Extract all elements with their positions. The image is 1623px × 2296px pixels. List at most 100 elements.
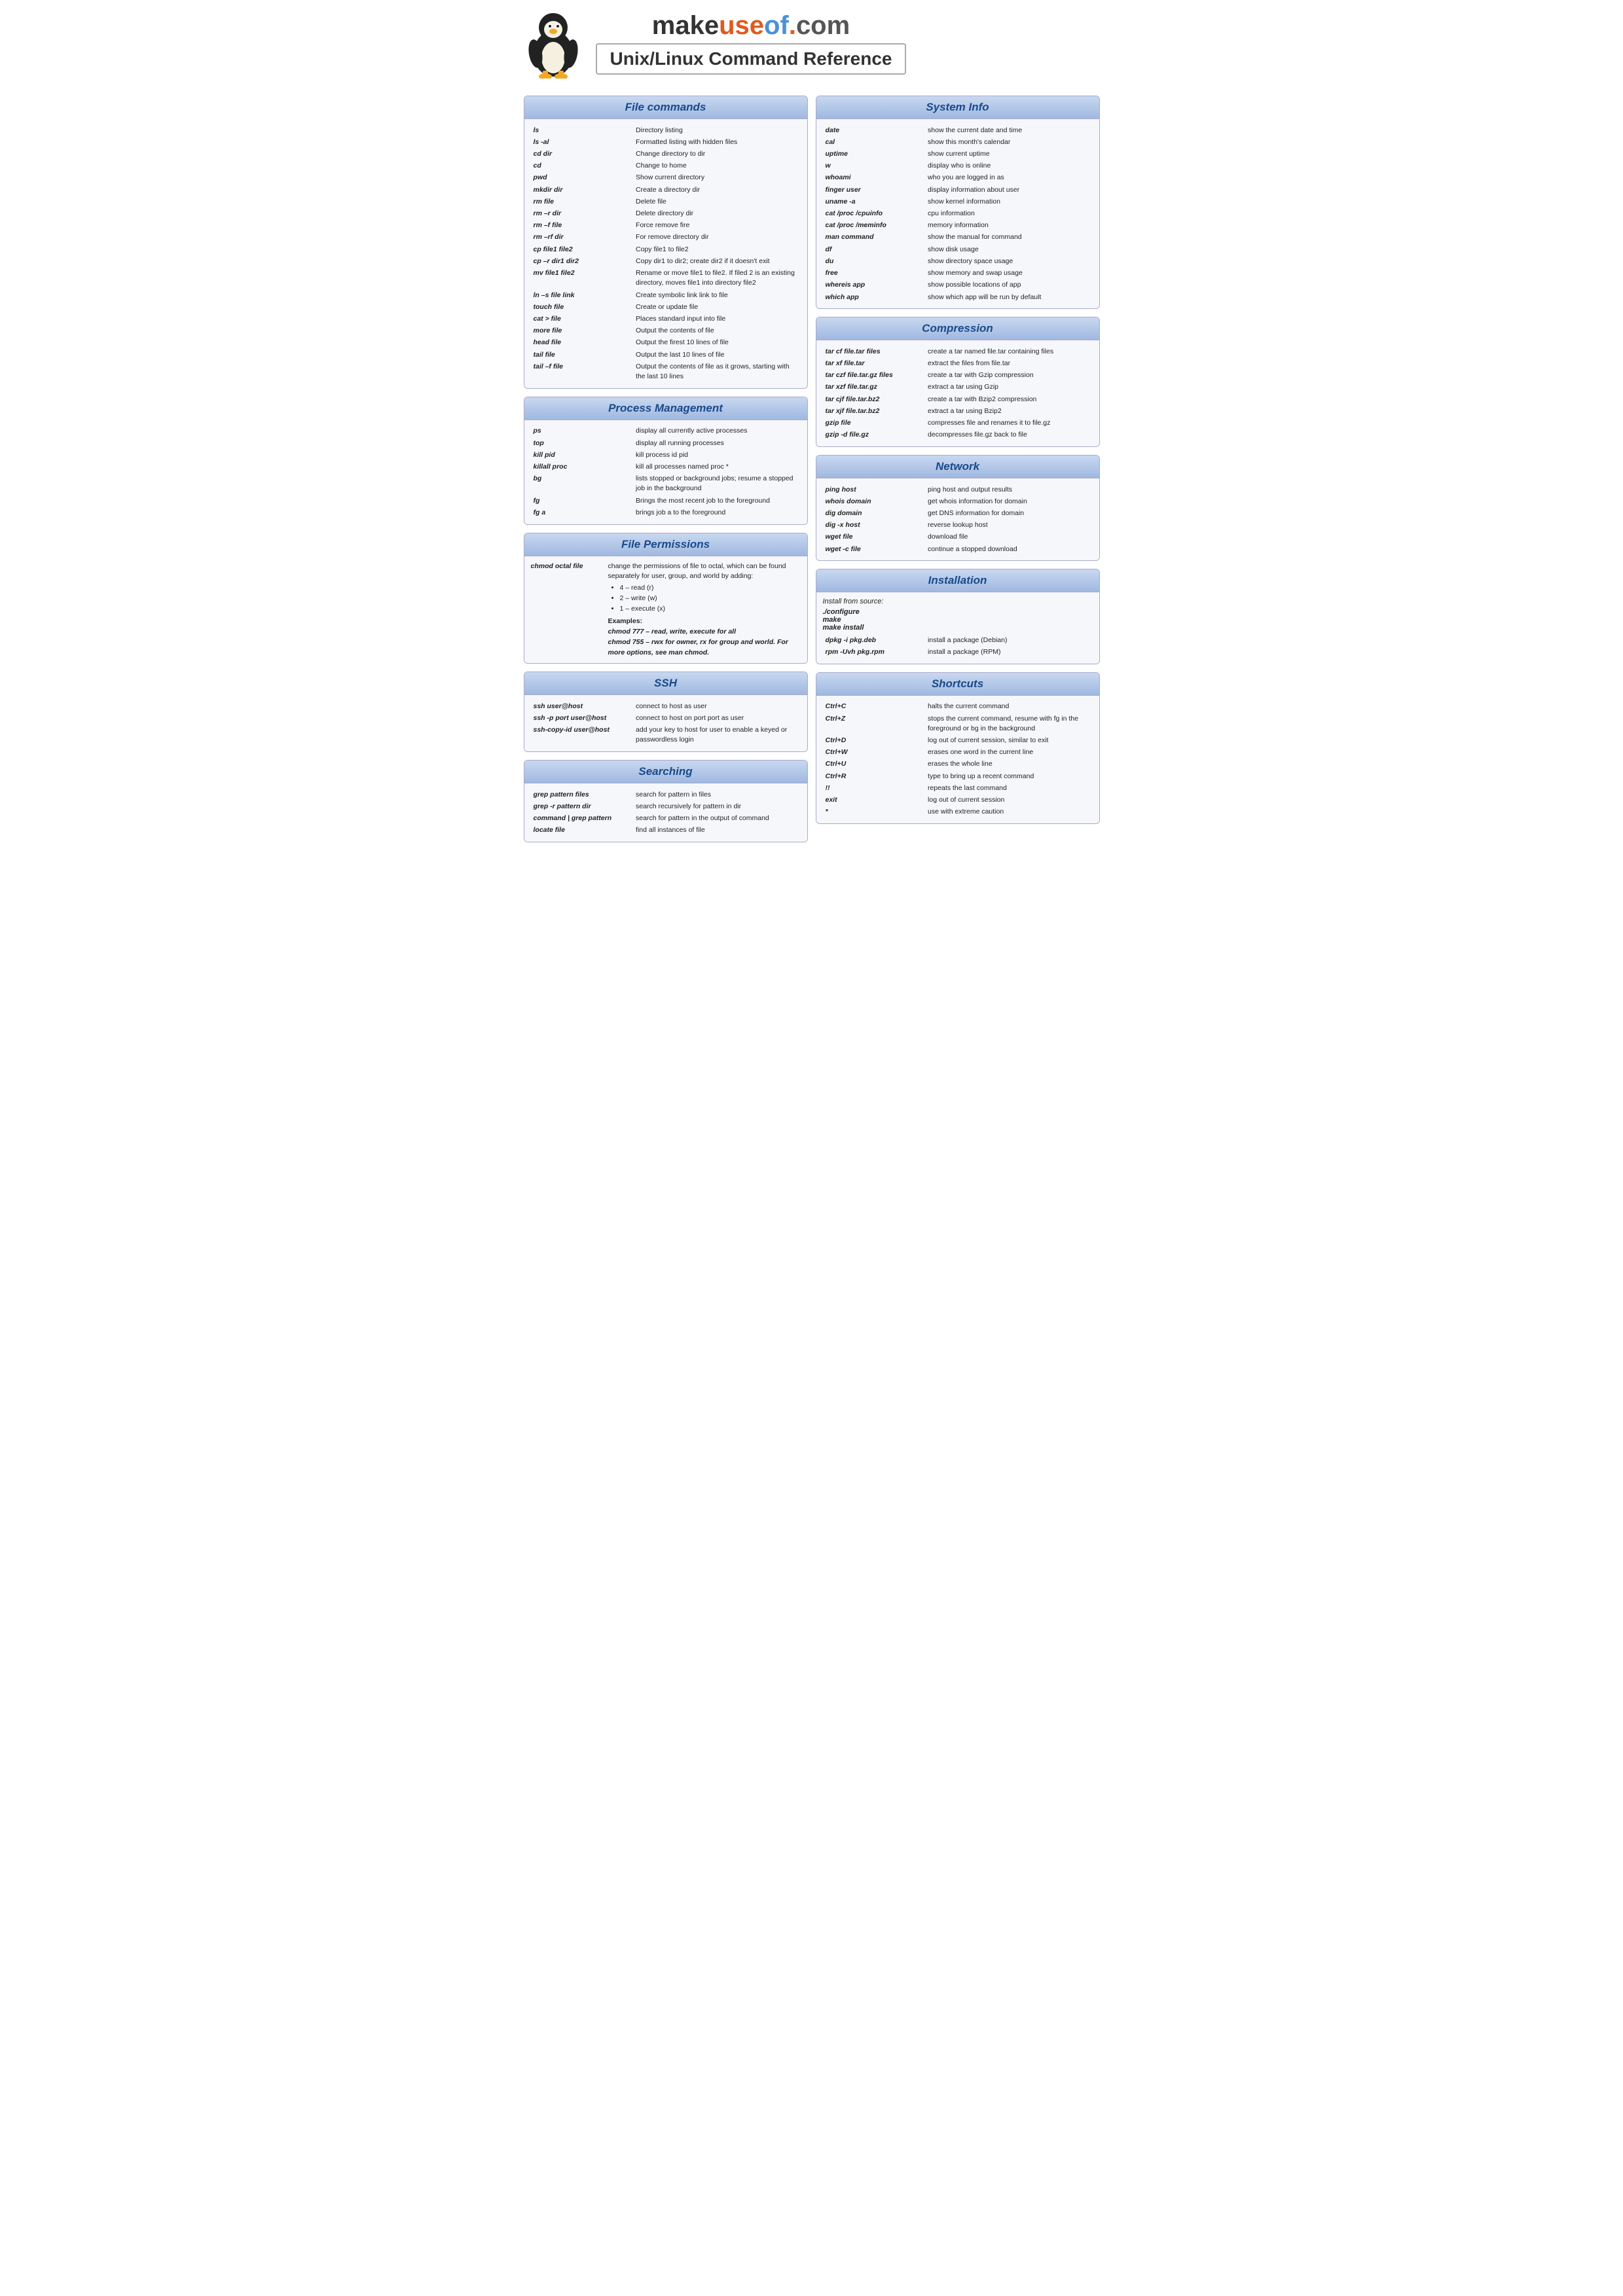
table-row: tar xzf file.tar.gzextract a tar using G…	[823, 382, 1093, 393]
file-commands-header: File commands	[524, 96, 807, 119]
file-commands-body: lsDirectory listingls -alFormatted listi…	[524, 119, 807, 388]
ssh-header: SSH	[524, 672, 807, 695]
desc-cell: erases one word in the current line	[925, 747, 1092, 759]
command-cell: uptime	[823, 148, 926, 160]
table-row: tar xf file.tarextract the files from fi…	[823, 358, 1093, 370]
desc-cell: Copy dir1 to dir2; create dir2 if it doe…	[633, 255, 800, 267]
chmod-examples: Examples: chmod 777 – read, write, execu…	[608, 617, 801, 658]
command-cell: command | grep pattern	[531, 813, 634, 825]
command-cell: cat > file	[531, 314, 634, 325]
command-cell: !!	[823, 782, 926, 794]
table-row: tar cjf file.tar.bz2create a tar with Bz…	[823, 393, 1093, 405]
desc-cell: search for pattern in files	[633, 789, 800, 800]
list-item: 1 – execute (x)	[620, 604, 801, 615]
command-cell: head file	[531, 337, 634, 349]
table-row: rpm -Uvh pkg.rpminstall a package (RPM)	[823, 647, 1093, 658]
command-cell: dpkg -i pkg.deb	[823, 634, 926, 646]
desc-cell: lists stopped or background jobs; resume…	[633, 473, 800, 495]
desc-cell: kill all processes named proc *	[633, 461, 800, 473]
desc-cell: continue a stopped download	[925, 543, 1092, 555]
installation-section: Installation Install from source: ./conf…	[816, 569, 1100, 664]
desc-cell: display all running processes	[633, 437, 800, 449]
desc-cell: connect to host on port port as user	[633, 713, 800, 725]
chmod-example2: chmod 755 – rwx for owner, rx for group …	[608, 638, 788, 656]
table-row: more fileOutput the contents of file	[531, 325, 801, 337]
command-cell: whoami	[823, 172, 926, 184]
chmod-example1: chmod 777 – read, write, execute for all	[608, 628, 737, 636]
table-row: mv file1 file2Rename or move file1 to fi…	[531, 268, 801, 289]
command-cell: Ctrl+C	[823, 701, 926, 713]
desc-cell: Formatted listing with hidden files	[633, 136, 800, 148]
command-cell: ls -al	[531, 136, 634, 148]
brand-com: com	[796, 11, 850, 40]
file-commands-table: lsDirectory listingls -alFormatted listi…	[531, 124, 801, 383]
table-row: cdChange to home	[531, 160, 801, 172]
command-cell: tar xzf file.tar.gz	[823, 382, 926, 393]
command-cell: ln –s file link	[531, 289, 634, 301]
desc-cell: brings job a to the foreground	[633, 507, 800, 518]
install-from-source-label: Install from source:	[823, 598, 1093, 605]
command-cell: mv file1 file2	[531, 268, 634, 289]
command-cell: cd	[531, 160, 634, 172]
table-row: whois domainget whois information for do…	[823, 495, 1093, 507]
examples-label: Examples:	[608, 617, 643, 625]
desc-cell: erases the whole line	[925, 759, 1092, 770]
right-column: System Info dateshow the current date an…	[816, 96, 1100, 842]
command-cell: killall proc	[531, 461, 634, 473]
table-row: head fileOutput the firest 10 lines of f…	[531, 337, 801, 349]
process-management-body: psdisplay all currently active processes…	[524, 420, 807, 524]
left-column: File commands lsDirectory listingls -alF…	[524, 96, 808, 842]
table-row: cat /proc /cpuinfocpu information	[823, 208, 1093, 220]
desc-cell: Show current directory	[633, 172, 800, 184]
desc-cell: show the manual for command	[925, 232, 1092, 243]
command-cell: ps	[531, 425, 634, 437]
command-cell: mkdir dir	[531, 184, 634, 196]
desc-cell: compresses file and renames it to file.g…	[925, 418, 1092, 429]
table-row: dushow directory space usage	[823, 255, 1093, 267]
desc-cell: log out of current session	[925, 795, 1092, 806]
table-row: gzip -d file.gzdecompresses file.gz back…	[823, 429, 1093, 441]
network-table: ping hostping host and output resultswho…	[823, 484, 1093, 555]
table-row: grep pattern filessearch for pattern in …	[531, 789, 801, 800]
command-cell: gzip -d file.gz	[823, 429, 926, 441]
table-row: Ctrl+Dlog out of current session, simila…	[823, 734, 1093, 746]
site-title: Unix/Linux Command Reference	[596, 43, 907, 75]
chmod-items-list: 4 – read (r)2 – write (w)1 – execute (x)	[620, 583, 801, 614]
table-row: Ctrl+Werases one word in the current lin…	[823, 747, 1093, 759]
ssh-body: ssh user@hostconnect to host as userssh …	[524, 695, 807, 751]
desc-cell: halts the current command	[925, 701, 1092, 713]
desc-cell: show kernel information	[925, 196, 1092, 207]
table-row: Ctrl+Rtype to bring up a recent command	[823, 770, 1093, 782]
desc-cell: extract a tar using Gzip	[925, 382, 1092, 393]
table-row: fg abrings job a to the foreground	[531, 507, 801, 518]
command-cell: Ctrl+W	[823, 747, 926, 759]
logo-area	[524, 7, 583, 79]
desc-cell: Create or update file	[633, 301, 800, 313]
command-cell: whereis app	[823, 279, 926, 291]
system-info-section: System Info dateshow the current date an…	[816, 96, 1100, 309]
desc-cell: display who is online	[925, 160, 1092, 172]
system-info-body: dateshow the current date and timecalsho…	[816, 119, 1099, 308]
command-cell: finger user	[823, 184, 926, 196]
table-row: whoamiwho you are logged in as	[823, 172, 1093, 184]
command-cell: rm –f file	[531, 220, 634, 232]
command-cell: more file	[531, 325, 634, 337]
table-row: *use with extreme caution	[823, 806, 1093, 818]
desc-cell: show which app will be run by default	[925, 291, 1092, 303]
table-row: rm fileDelete file	[531, 196, 801, 207]
command-cell: exit	[823, 795, 926, 806]
table-row: wget filedownload file	[823, 531, 1093, 543]
table-row: mkdir dirCreate a directory dir	[531, 184, 801, 196]
command-cell: dig domain	[823, 507, 926, 519]
table-row: freeshow memory and swap usage	[823, 268, 1093, 279]
install-source-cmd: ./configure	[823, 608, 1093, 616]
command-cell: man command	[823, 232, 926, 243]
table-row: cat /proc /meminfomemory information	[823, 220, 1093, 232]
table-row: locate filefind all instances of file	[531, 825, 801, 836]
command-cell: ssh -p port user@host	[531, 713, 634, 725]
table-row: pwdShow current directory	[531, 172, 801, 184]
table-row: cd dirChange directory to dir	[531, 148, 801, 160]
command-cell: cp file1 file2	[531, 243, 634, 255]
table-row: lsDirectory listing	[531, 124, 801, 136]
command-cell: kill pid	[531, 449, 634, 461]
